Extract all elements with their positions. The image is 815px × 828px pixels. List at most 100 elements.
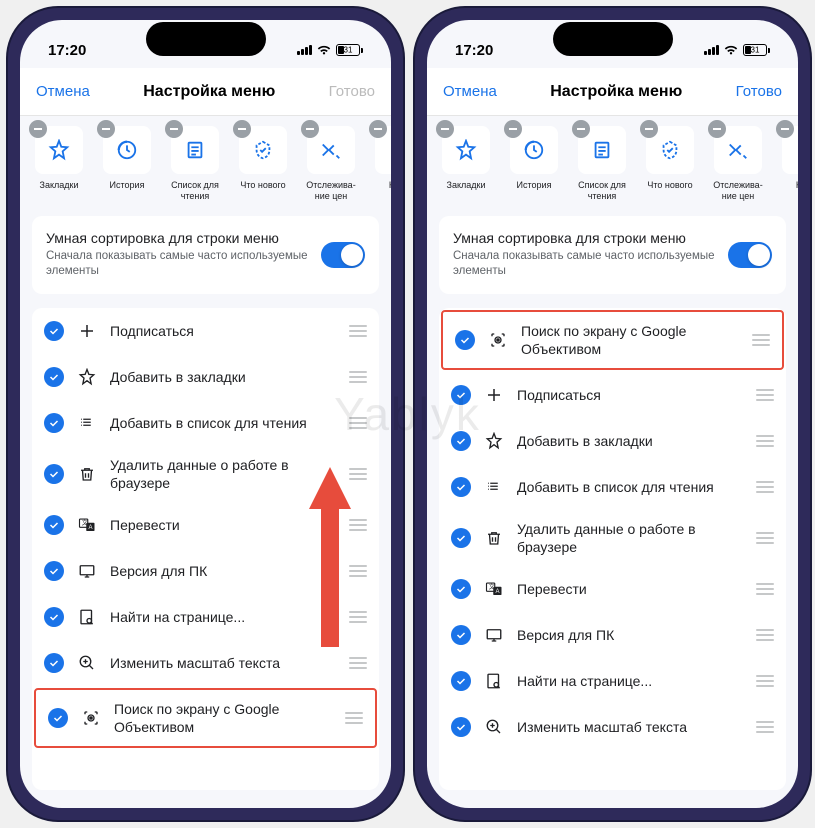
checkbox-icon[interactable] (451, 671, 471, 691)
cancel-button[interactable]: Отмена (36, 83, 90, 100)
status-time: 17:20 (455, 42, 493, 59)
checkbox-icon[interactable] (44, 413, 64, 433)
shortcut-item[interactable]: Наст (775, 126, 798, 202)
list-item[interactable]: Добавить в закладки (32, 354, 379, 400)
drag-handle-icon[interactable] (345, 712, 363, 724)
shortcuts-row[interactable]: ЗакладкиИсторияСписок для чтения Что ново… (20, 116, 391, 216)
remove-shortcut-icon[interactable] (233, 120, 251, 138)
find-icon (76, 608, 98, 626)
drag-handle-icon[interactable] (756, 481, 774, 493)
drag-handle-icon[interactable] (349, 519, 367, 531)
checkbox-icon[interactable] (451, 579, 471, 599)
done-button[interactable]: Готово (329, 83, 375, 100)
checkbox-icon[interactable] (451, 431, 471, 451)
remove-shortcut-icon[interactable] (640, 120, 658, 138)
dynamic-island (146, 22, 266, 56)
shortcut-item[interactable]: Что нового (639, 126, 701, 202)
shortcut-item[interactable]: Список для чтения (571, 126, 633, 202)
smart-sort-card: Умная сортировка для строки меню Сначала… (439, 216, 786, 294)
checkbox-icon[interactable] (48, 708, 68, 728)
drag-handle-icon[interactable] (756, 629, 774, 641)
shortcut-item[interactable]: Закладки (28, 126, 90, 202)
smart-sort-title: Умная сортировка для строки меню (453, 230, 718, 246)
shortcut-item[interactable]: Наст (368, 126, 391, 202)
remove-shortcut-icon[interactable] (369, 120, 387, 138)
list-item[interactable]: Найти на странице... (439, 658, 786, 704)
wifi-icon (723, 44, 739, 56)
shortcut-label: Наст (796, 180, 798, 191)
list-item[interactable]: Подписаться (32, 308, 379, 354)
arrow-annotation (309, 467, 351, 652)
checkbox-icon[interactable] (44, 607, 64, 627)
drag-handle-icon[interactable] (756, 675, 774, 687)
shortcut-item[interactable]: Список для чтения (164, 126, 226, 202)
checkbox-icon[interactable] (451, 528, 471, 548)
shortcut-item[interactable]: Отслежива-ние цен (707, 126, 769, 202)
drag-handle-icon[interactable] (756, 389, 774, 401)
drag-handle-icon[interactable] (756, 583, 774, 595)
drag-handle-icon[interactable] (756, 435, 774, 447)
checkbox-icon[interactable] (44, 321, 64, 341)
drag-handle-icon[interactable] (349, 565, 367, 577)
checkbox-icon[interactable] (44, 367, 64, 387)
drag-handle-icon[interactable] (349, 611, 367, 623)
list-item[interactable]: Добавить в закладки (439, 418, 786, 464)
smart-sort-subtitle: Сначала показывать самые часто используе… (46, 249, 311, 280)
drag-handle-icon[interactable] (756, 532, 774, 544)
checkbox-icon[interactable] (44, 464, 64, 484)
list-item[interactable]: Добавить в список для чтения (439, 464, 786, 510)
checkbox-icon[interactable] (44, 515, 64, 535)
smart-sort-toggle[interactable] (728, 242, 772, 268)
shortcut-label: Закладки (447, 180, 486, 191)
drag-handle-icon[interactable] (752, 334, 770, 346)
drag-handle-icon[interactable] (349, 468, 367, 480)
list-item[interactable]: 文A Перевести (439, 566, 786, 612)
smart-sort-toggle[interactable] (321, 242, 365, 268)
drag-handle-icon[interactable] (349, 325, 367, 337)
shortcut-item[interactable]: Закладки (435, 126, 497, 202)
phone-frame-left: 17:20 31 Отмена Настройка меню Готово За… (8, 8, 403, 820)
remove-shortcut-icon[interactable] (708, 120, 726, 138)
checkbox-icon[interactable] (455, 330, 475, 350)
drag-handle-icon[interactable] (756, 721, 774, 733)
remove-shortcut-icon[interactable] (97, 120, 115, 138)
svg-text:文: 文 (82, 519, 88, 527)
checkbox-icon[interactable] (451, 385, 471, 405)
done-button[interactable]: Готово (736, 83, 782, 100)
drag-handle-icon[interactable] (349, 371, 367, 383)
shortcut-label: Что нового (240, 180, 285, 191)
list-item[interactable]: Удалить данные о работе в браузере (439, 510, 786, 566)
remove-shortcut-icon[interactable] (504, 120, 522, 138)
shortcut-item[interactable]: Что нового (232, 126, 294, 202)
shortcut-item[interactable]: История (503, 126, 565, 202)
item-label: Удалить данные о работе в браузере (517, 520, 744, 556)
list-item[interactable]: Подписаться (439, 372, 786, 418)
shortcut-label: Наст (389, 180, 391, 191)
remove-shortcut-icon[interactable] (572, 120, 590, 138)
remove-shortcut-icon[interactable] (29, 120, 47, 138)
checkbox-icon[interactable] (451, 717, 471, 737)
remove-shortcut-icon[interactable] (776, 120, 794, 138)
item-label: Найти на странице... (517, 672, 744, 690)
remove-shortcut-icon[interactable] (301, 120, 319, 138)
list-item[interactable]: Версия для ПК (439, 612, 786, 658)
shortcut-item[interactable]: Отслежива-ние цен (300, 126, 362, 202)
remove-shortcut-icon[interactable] (436, 120, 454, 138)
checkbox-icon[interactable] (44, 653, 64, 673)
remove-shortcut-icon[interactable] (165, 120, 183, 138)
list-item[interactable]: Изменить масштаб текста (439, 704, 786, 750)
drag-handle-icon[interactable] (349, 657, 367, 669)
desktop-icon (483, 626, 505, 644)
shortcut-item[interactable]: История (96, 126, 158, 202)
list-item[interactable]: Добавить в список для чтения (32, 400, 379, 446)
checkbox-icon[interactable] (44, 561, 64, 581)
list-item[interactable]: Поиск по экрану с Google Объективом (34, 688, 377, 748)
cancel-button[interactable]: Отмена (443, 83, 497, 100)
shortcuts-row[interactable]: Закладки ИсторияСписок для чтенияЧто ново… (427, 116, 798, 216)
drag-handle-icon[interactable] (349, 417, 367, 429)
checkbox-icon[interactable] (451, 625, 471, 645)
dynamic-island (553, 22, 673, 56)
screen: 17:20 31 Отмена Настройка меню Готово За… (20, 20, 391, 808)
checkbox-icon[interactable] (451, 477, 471, 497)
list-item[interactable]: Поиск по экрану с Google Объективом (441, 310, 784, 370)
